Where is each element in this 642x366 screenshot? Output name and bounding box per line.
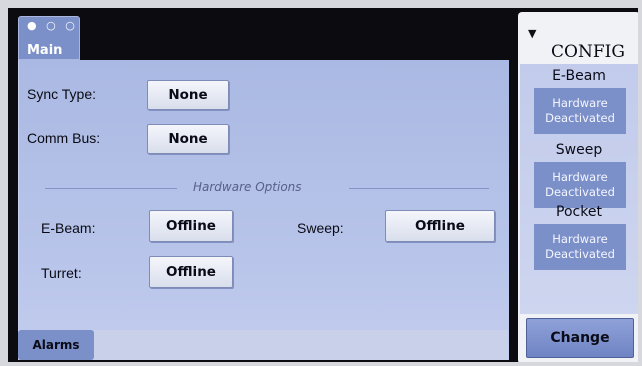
ebeam-offline-button[interactable]: Offline bbox=[149, 210, 233, 242]
ebeam-group-title: E-Beam bbox=[552, 68, 606, 84]
alarms-button[interactable]: Alarms bbox=[18, 330, 94, 360]
pocket-group-title: Pocket bbox=[556, 204, 602, 220]
pocket-status-badge: Hardware Deactivated bbox=[534, 224, 626, 270]
ebeam-label: E-Beam: bbox=[41, 220, 96, 236]
status-line: Deactivated bbox=[545, 185, 615, 199]
status-line: Hardware bbox=[552, 170, 608, 184]
hardware-divider-left bbox=[45, 188, 177, 189]
main-tab[interactable]: ● ○ ○ Main bbox=[18, 16, 80, 60]
status-line: Deactivated bbox=[545, 247, 615, 261]
ebeam-status-badge: Hardware Deactivated bbox=[534, 88, 626, 134]
change-button[interactable]: Change bbox=[526, 318, 634, 358]
comm-bus-button[interactable]: None bbox=[147, 124, 229, 154]
sweep-group-title: Sweep bbox=[555, 142, 603, 158]
sync-type-button[interactable]: None bbox=[147, 80, 229, 110]
page-indicator-dots: ● ○ ○ bbox=[27, 19, 78, 32]
status-line: Hardware bbox=[552, 96, 608, 110]
sweep-label: Sweep: bbox=[297, 220, 344, 236]
config-panel: ▼ CONFIG E-Beam Hardware Deactivated Swe… bbox=[518, 12, 638, 362]
status-line: Hardware bbox=[552, 232, 608, 246]
sweep-offline-button[interactable]: Offline bbox=[385, 210, 495, 242]
device-screen: ● ○ ○ Main Sync Type: None Comm Bus: Non… bbox=[8, 8, 638, 362]
config-title: CONFIG bbox=[551, 42, 625, 62]
turret-offline-button[interactable]: Offline bbox=[149, 256, 233, 288]
turret-label: Turret: bbox=[41, 265, 82, 281]
hardware-divider-right bbox=[349, 188, 489, 189]
status-line: Deactivated bbox=[545, 111, 615, 125]
sync-type-label: Sync Type: bbox=[27, 86, 97, 102]
dropdown-caret-icon[interactable]: ▼ bbox=[528, 27, 536, 40]
sweep-status-badge: Hardware Deactivated bbox=[534, 162, 626, 208]
hardware-options-title: Hardware Options bbox=[193, 180, 302, 194]
comm-bus-label: Comm Bus: bbox=[27, 130, 101, 146]
config-groups: E-Beam Hardware Deactivated Sweep Hardwa… bbox=[520, 64, 638, 314]
main-tab-label: Main bbox=[27, 43, 63, 58]
main-panel: Sync Type: None Comm Bus: None Hardware … bbox=[18, 60, 509, 360]
